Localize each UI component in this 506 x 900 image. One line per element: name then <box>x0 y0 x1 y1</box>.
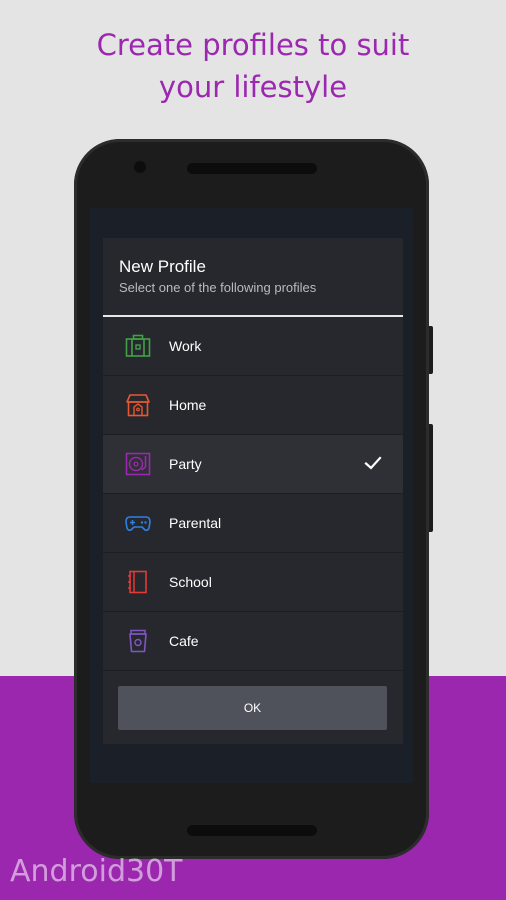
volume-button <box>429 424 433 532</box>
new-profile-dialog: New Profile Select one of the following … <box>103 238 403 744</box>
bottom-speaker <box>187 825 317 836</box>
profile-item-party[interactable]: Party <box>103 435 403 494</box>
notebook-icon <box>128 570 147 594</box>
profile-label: Work <box>169 338 202 354</box>
profile-item-cafe[interactable]: Cafe <box>103 612 403 671</box>
ok-button[interactable]: OK <box>118 686 387 730</box>
profile-item-home[interactable]: Home <box>103 376 403 435</box>
headline-line-2: your lifestyle <box>158 70 348 104</box>
promo-headline: Create profiles to suit your lifestyle <box>0 24 506 108</box>
headline-line-1: Create profiles to suit <box>96 28 410 62</box>
profile-item-school[interactable]: School <box>103 553 403 612</box>
profile-label: Home <box>169 397 207 413</box>
checkmark-icon <box>364 456 382 470</box>
briefcase-icon <box>125 334 151 357</box>
profile-list: Work Home Party Parental School Cafe <box>103 317 403 671</box>
watermark-logo: Android30T <box>10 854 183 889</box>
power-button <box>429 326 433 374</box>
dialog-title: New Profile <box>119 257 206 276</box>
coffee-cup-icon <box>129 629 147 653</box>
profile-label: School <box>169 574 212 590</box>
house-icon <box>126 394 150 417</box>
front-camera <box>134 161 146 173</box>
profile-item-work[interactable]: Work <box>103 317 403 376</box>
phone-frame: New Profile Select one of the following … <box>74 139 433 859</box>
profile-label: Cafe <box>169 633 199 649</box>
gamepad-icon <box>125 516 151 532</box>
profile-label: Parental <box>169 515 222 531</box>
earpiece-speaker <box>187 163 317 174</box>
profile-item-parental[interactable]: Parental <box>103 494 403 553</box>
phone-screen: New Profile Select one of the following … <box>90 208 413 783</box>
dialog-subtitle: Select one of the following profiles <box>119 280 317 295</box>
turntable-icon <box>125 452 151 476</box>
profile-label: Party <box>169 456 202 472</box>
